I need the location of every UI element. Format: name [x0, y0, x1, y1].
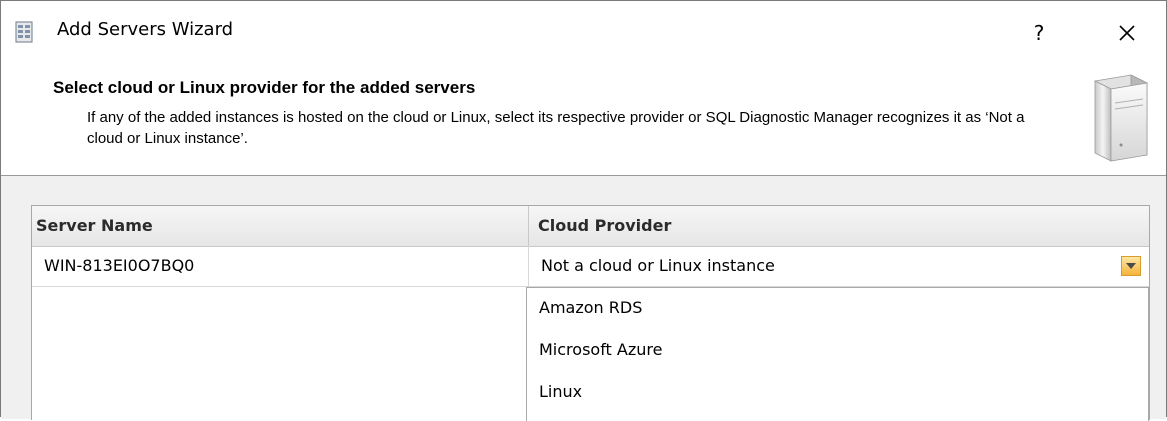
chevron-down-icon — [1126, 263, 1136, 269]
dropdown-option-microsoft-azure[interactable]: Microsoft Azure — [539, 330, 662, 370]
cloud-provider-value[interactable]: Not a cloud or Linux instance — [541, 246, 775, 286]
help-button[interactable]: ? — [1021, 15, 1057, 51]
wizard-body: Server Name Cloud Provider WIN-813EI0O7B… — [1, 176, 1166, 421]
add-servers-wizard-window: Add Servers Wizard ? Select cloud or Lin… — [0, 0, 1167, 421]
grid-header: Server Name Cloud Provider — [32, 206, 1149, 247]
server-list-icon — [15, 21, 33, 43]
page-title: Select cloud or Linux provider for the a… — [53, 78, 476, 97]
dropdown-option-amazon-rds[interactable]: Amazon RDS — [539, 288, 642, 328]
column-header-cloud-provider[interactable]: Cloud Provider — [538, 206, 671, 246]
close-button[interactable] — [1109, 15, 1145, 51]
server-tower-icon — [1093, 74, 1149, 162]
wizard-header: Select cloud or Linux provider for the a… — [1, 63, 1166, 176]
title-bar[interactable]: Add Servers Wizard ? — [1, 1, 1166, 63]
server-name-cell[interactable]: WIN-813EI0O7BQ0 — [44, 246, 194, 286]
close-icon — [1119, 25, 1135, 41]
server-provider-grid: Server Name Cloud Provider WIN-813EI0O7B… — [31, 205, 1150, 421]
table-row[interactable]: WIN-813EI0O7BQ0 Not a cloud or Linux ins… — [32, 246, 1149, 287]
column-header-server-name[interactable]: Server Name — [36, 206, 153, 246]
page-description: If any of the added instances is hosted … — [87, 109, 1025, 147]
cloud-provider-select[interactable]: Not a cloud or Linux instance — [529, 246, 1149, 286]
cloud-provider-dropdown-list: Amazon RDS Microsoft Azure Linux — [526, 287, 1149, 421]
dropdown-option-linux[interactable]: Linux — [539, 372, 582, 412]
window-title: Add Servers Wizard — [57, 19, 234, 40]
column-divider[interactable] — [528, 206, 529, 246]
dropdown-button[interactable] — [1121, 256, 1141, 276]
